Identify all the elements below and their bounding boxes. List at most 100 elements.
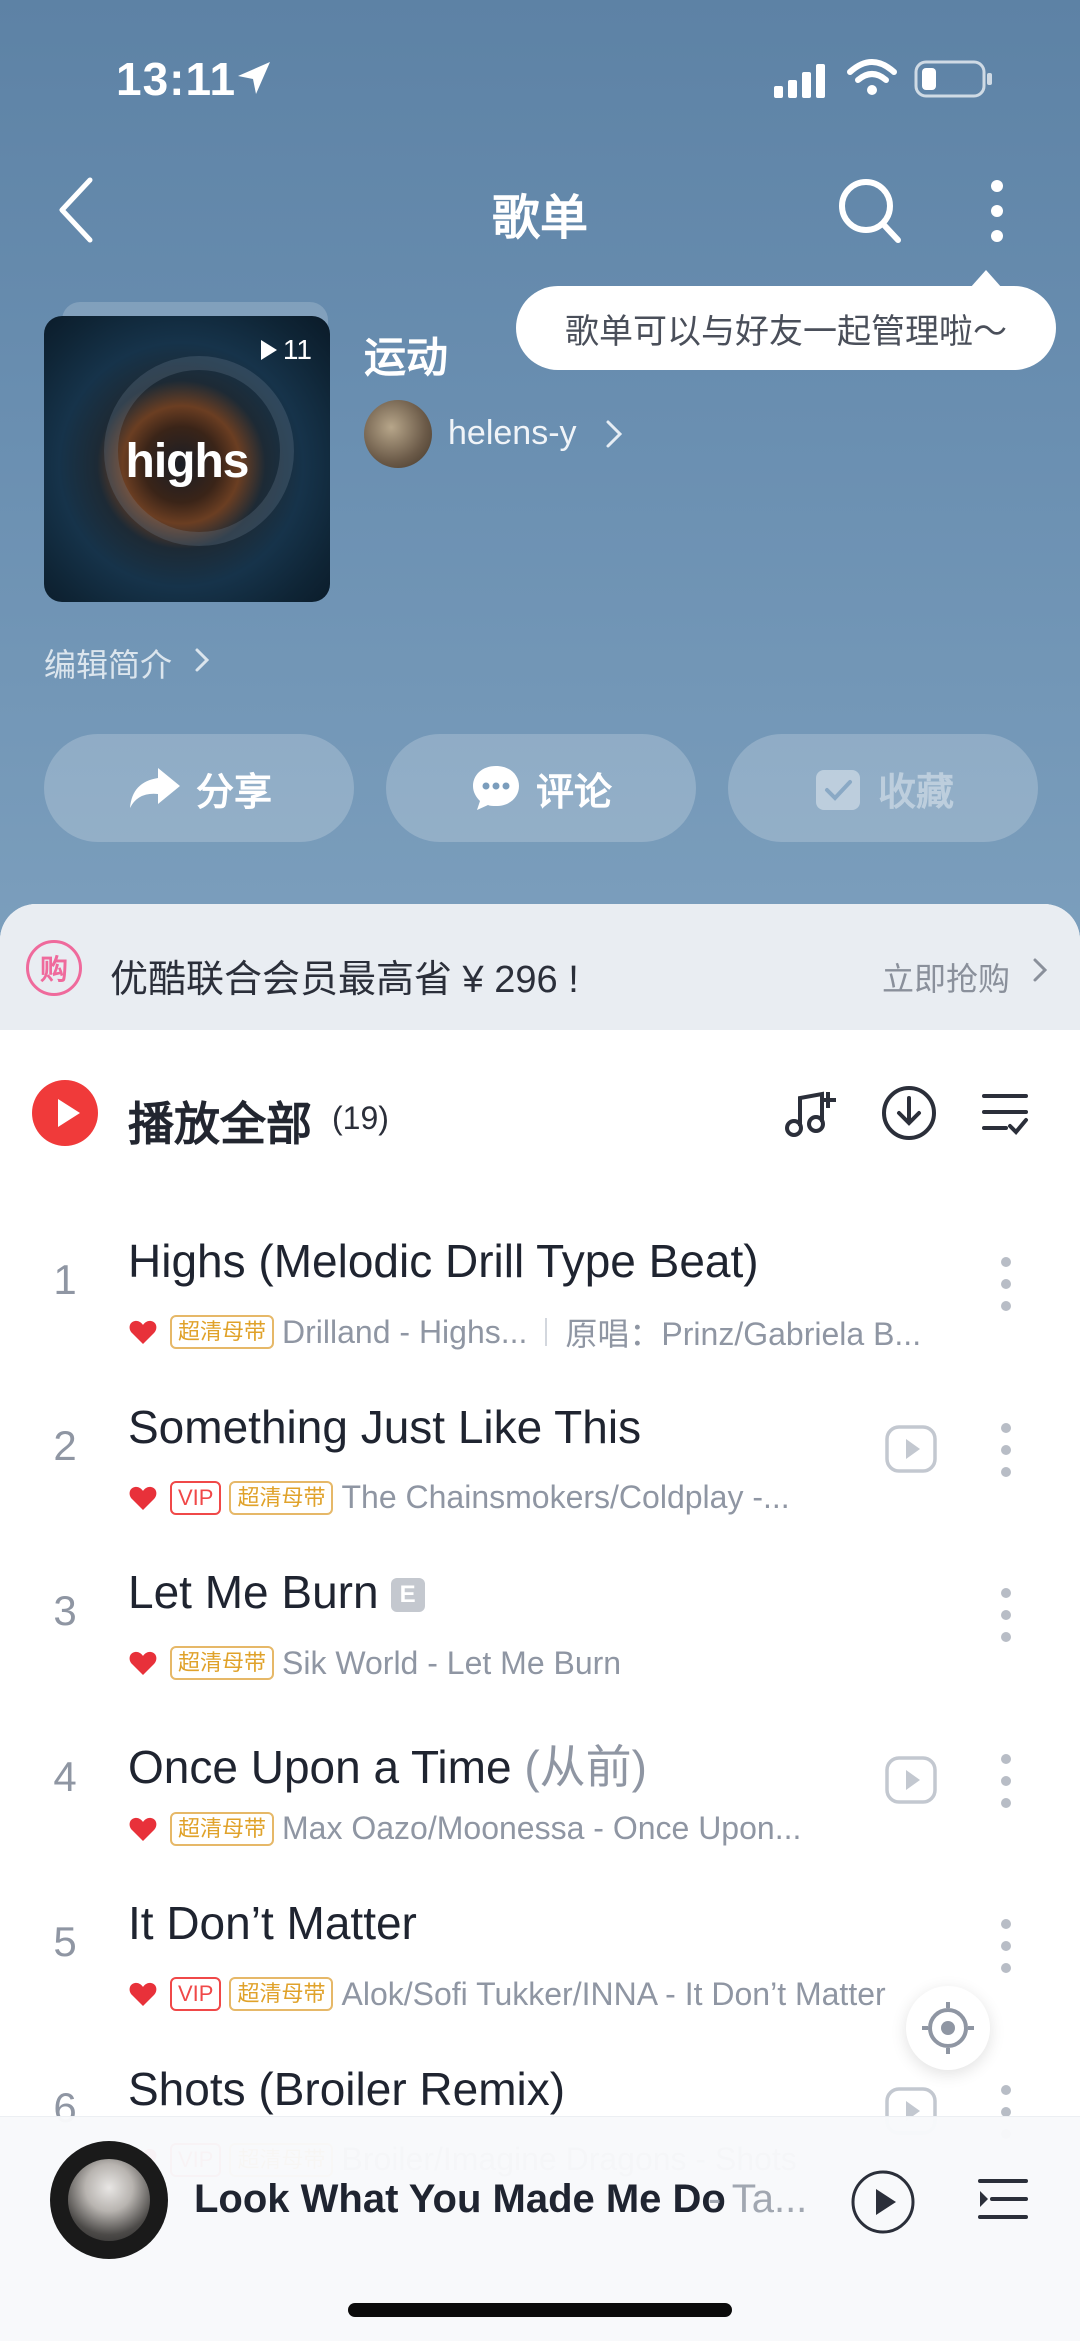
explicit-badge: E bbox=[390, 1578, 425, 1612]
song-count: (19) bbox=[332, 1100, 389, 1136]
song-row[interactable]: 4 Once Upon a Time (从前) 超清母带 Max Oazo/Moone… bbox=[0, 1701, 1080, 1866]
play-all-label[interactable]: 播放全部 bbox=[128, 1088, 312, 1154]
cover-title: highs bbox=[125, 435, 250, 488]
song-meta: VIP 超清母带 The Chainsmokers/Coldplay -... bbox=[128, 1478, 828, 1518]
wifi-icon bbox=[847, 59, 897, 95]
status-time: 13:11 bbox=[116, 53, 237, 105]
home-indicator bbox=[348, 2303, 732, 2317]
song-title-text: Highs (Melodic Drill Type Beat) bbox=[128, 1235, 759, 1287]
song-more-button[interactable] bbox=[998, 1751, 1014, 1816]
download-icon[interactable] bbox=[880, 1084, 938, 1142]
album-art bbox=[68, 2159, 150, 2241]
liked-heart-icon[interactable] bbox=[128, 1979, 158, 2009]
promo-buy-link[interactable]: 立即抢购 bbox=[882, 954, 1010, 1000]
song-row[interactable]: 3 Let Me Burn E 超清母带 Sik World - Let Me Burn bbox=[0, 1535, 1080, 1700]
promo-banner[interactable]: 购 优酷联合会员最高省 ¥ 296 ! 立即抢购 bbox=[0, 904, 1080, 1030]
song-title: It Don’t Matter bbox=[128, 1896, 417, 1950]
song-more-icon[interactable] bbox=[998, 1916, 1014, 1976]
play-queue-icon[interactable] bbox=[976, 2175, 1030, 2225]
mv-button[interactable] bbox=[884, 1422, 938, 1481]
battery-icon bbox=[914, 60, 992, 98]
cellular-signal-icon bbox=[774, 64, 825, 98]
playlist-cover[interactable]: 11 highs bbox=[44, 316, 330, 602]
song-artist-album: Drilland - Highs... bbox=[282, 1313, 528, 1350]
liked-heart-icon[interactable] bbox=[128, 1483, 158, 1513]
song-meta: VIP 超清母带 Alok/Sofi Tukker/INNA - It Don’t … bbox=[128, 1974, 958, 2014]
more-vertical-icon[interactable] bbox=[984, 176, 1010, 246]
share-label: 分享 bbox=[195, 771, 272, 814]
song-more-button[interactable] bbox=[998, 1916, 1014, 1981]
song-original-artist: 原唱：Prinz/Gabriela B... bbox=[565, 1316, 922, 1352]
liked-heart-icon[interactable] bbox=[128, 1317, 158, 1347]
play-all-bar: 播放全部 (19) bbox=[0, 1030, 1080, 1190]
mv-button[interactable] bbox=[884, 1753, 938, 1812]
song-title-text: Let Me Burn bbox=[128, 1566, 379, 1618]
creator-name[interactable]: helens-y bbox=[448, 414, 577, 453]
mv-play-icon[interactable] bbox=[884, 1422, 938, 1476]
locate-icon bbox=[922, 2002, 974, 2054]
share-button[interactable]: 分享 bbox=[44, 734, 354, 842]
song-more-icon[interactable] bbox=[998, 1751, 1014, 1811]
collab-tooltip[interactable]: 歌单可以与好友一起管理啦～ bbox=[516, 286, 1056, 370]
song-more-icon[interactable] bbox=[998, 1254, 1014, 1314]
liked-heart-icon[interactable] bbox=[128, 1648, 158, 1678]
comment-button[interactable]: 评论 bbox=[386, 734, 696, 842]
song-title: Something Just Like This bbox=[128, 1400, 641, 1454]
locate-current-button[interactable] bbox=[906, 1986, 990, 2070]
song-more-icon[interactable] bbox=[998, 1420, 1014, 1480]
quality-badge: 超清母带 bbox=[229, 1480, 334, 1515]
chevron-right-icon bbox=[606, 420, 623, 448]
page-title: 歌单 bbox=[491, 192, 588, 245]
song-row[interactable]: 2 Something Just Like This VIP 超清母带 The Chai… bbox=[0, 1370, 1080, 1535]
edit-intro-link[interactable]: 编辑简介 bbox=[44, 640, 172, 686]
song-title-text: Shots (Broiler Remix) bbox=[128, 2062, 566, 2115]
meta-separator bbox=[545, 1318, 548, 1346]
multi-select-icon[interactable] bbox=[980, 1088, 1030, 1138]
chevron-right-icon bbox=[195, 648, 210, 672]
song-more-icon[interactable] bbox=[998, 1585, 1014, 1645]
playlist-name: 运动 bbox=[364, 334, 449, 381]
song-artist-album: Max Oazo/Moonessa - Once Upon... bbox=[282, 1810, 802, 1846]
play-count: 11 bbox=[260, 334, 312, 366]
now-playing-title: Look What You Made Me Do bbox=[194, 2177, 726, 2221]
shop-icon: 购 bbox=[26, 940, 82, 996]
quality-badge: 超清母带 bbox=[229, 1977, 334, 2011]
song-title-text: Something Just Like This bbox=[128, 1400, 642, 1453]
comment-icon bbox=[472, 766, 519, 810]
mv-play-icon[interactable] bbox=[884, 1753, 938, 1807]
mini-player[interactable]: Look What You Made Me Do - Ta... bbox=[0, 2116, 1080, 2341]
collect-button[interactable]: 收藏 bbox=[728, 734, 1038, 842]
song-title: Highs (Melodic Drill Type Beat) bbox=[128, 1234, 759, 1288]
song-row[interactable]: 1 Highs (Melodic Drill Type Beat) 超清母带 Dril… bbox=[0, 1204, 1080, 1369]
now-playing-artist: - Ta... bbox=[708, 2177, 808, 2221]
song-artist-album: Sik World - Let Me Burn bbox=[282, 1644, 622, 1681]
collect-label: 收藏 bbox=[877, 771, 954, 814]
song-artist-album: Alok/Sofi Tukker/INNA - It Don’t Matter bbox=[341, 1975, 886, 2012]
song-title-text: Once Upon a Time bbox=[128, 1740, 512, 1793]
song-index: 2 bbox=[53, 1421, 77, 1469]
collect-icon bbox=[815, 770, 860, 810]
song-subtitle: (从前) bbox=[524, 1740, 647, 1793]
creator-avatar[interactable] bbox=[364, 400, 432, 468]
play-icon[interactable] bbox=[850, 2169, 916, 2235]
quality-badge: 超清母带 bbox=[170, 1646, 275, 1680]
chevron-right-icon bbox=[1033, 958, 1048, 982]
song-more-button[interactable] bbox=[998, 1585, 1014, 1650]
song-title-text: It Don’t Matter bbox=[128, 1897, 417, 1949]
song-more-button[interactable] bbox=[998, 1254, 1014, 1319]
location-arrow-icon bbox=[238, 62, 270, 94]
play-count-icon bbox=[260, 340, 277, 360]
quality-badge: 超清母带 bbox=[170, 1315, 275, 1349]
vip-badge: VIP bbox=[170, 1977, 222, 2011]
song-more-button[interactable] bbox=[998, 1420, 1014, 1485]
song-artist-album: The Chainsmokers/Coldplay -... bbox=[341, 1479, 790, 1515]
song-index: 4 bbox=[53, 1752, 77, 1800]
play-all-icon[interactable] bbox=[32, 1080, 98, 1146]
mini-player-disc[interactable] bbox=[50, 2141, 168, 2259]
add-to-playlist-icon[interactable] bbox=[782, 1086, 838, 1142]
song-index: 1 bbox=[53, 1256, 77, 1303]
liked-heart-icon[interactable] bbox=[128, 1814, 158, 1844]
search-icon[interactable] bbox=[836, 176, 904, 246]
song-meta: 超清母带 Sik World - Let Me Burn bbox=[128, 1643, 958, 1683]
quality-badge: 超清母带 bbox=[170, 1811, 275, 1846]
